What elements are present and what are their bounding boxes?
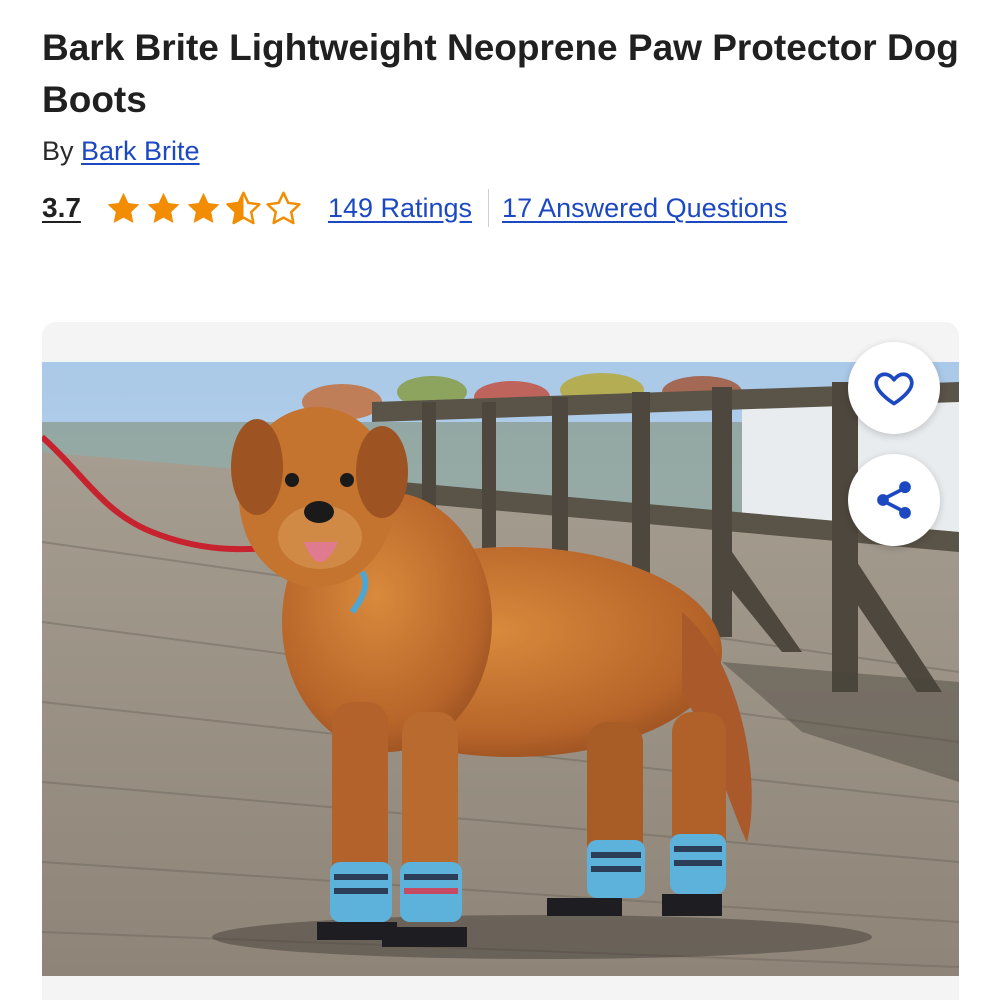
star-full-icon <box>187 192 220 223</box>
ratings-link[interactable]: 149 Ratings <box>328 193 472 224</box>
favorite-button[interactable] <box>848 342 940 434</box>
product-photo[interactable] <box>42 362 959 976</box>
product-image-gallery <box>42 322 959 1000</box>
star-full-icon <box>147 192 180 223</box>
byline-prefix: By <box>42 136 74 166</box>
divider <box>488 189 490 227</box>
star-rating <box>105 190 302 227</box>
brand-link[interactable]: Bark Brite <box>81 136 200 166</box>
heart-icon <box>874 372 914 406</box>
rating-row: 3.7 149 Ratings 17 Answered Questions <box>42 186 787 230</box>
rating-value[interactable]: 3.7 <box>42 192 81 224</box>
star-full-icon <box>107 192 140 223</box>
answered-questions-link[interactable]: 17 Answered Questions <box>502 193 787 224</box>
product-title: Bark Brite Lightweight Neoprene Paw Prot… <box>42 27 959 120</box>
byline: By Bark Brite <box>42 133 200 169</box>
star-empty-icon <box>266 191 301 224</box>
share-button[interactable] <box>848 454 940 546</box>
star-half-icon <box>226 191 261 224</box>
share-icon <box>877 481 911 519</box>
